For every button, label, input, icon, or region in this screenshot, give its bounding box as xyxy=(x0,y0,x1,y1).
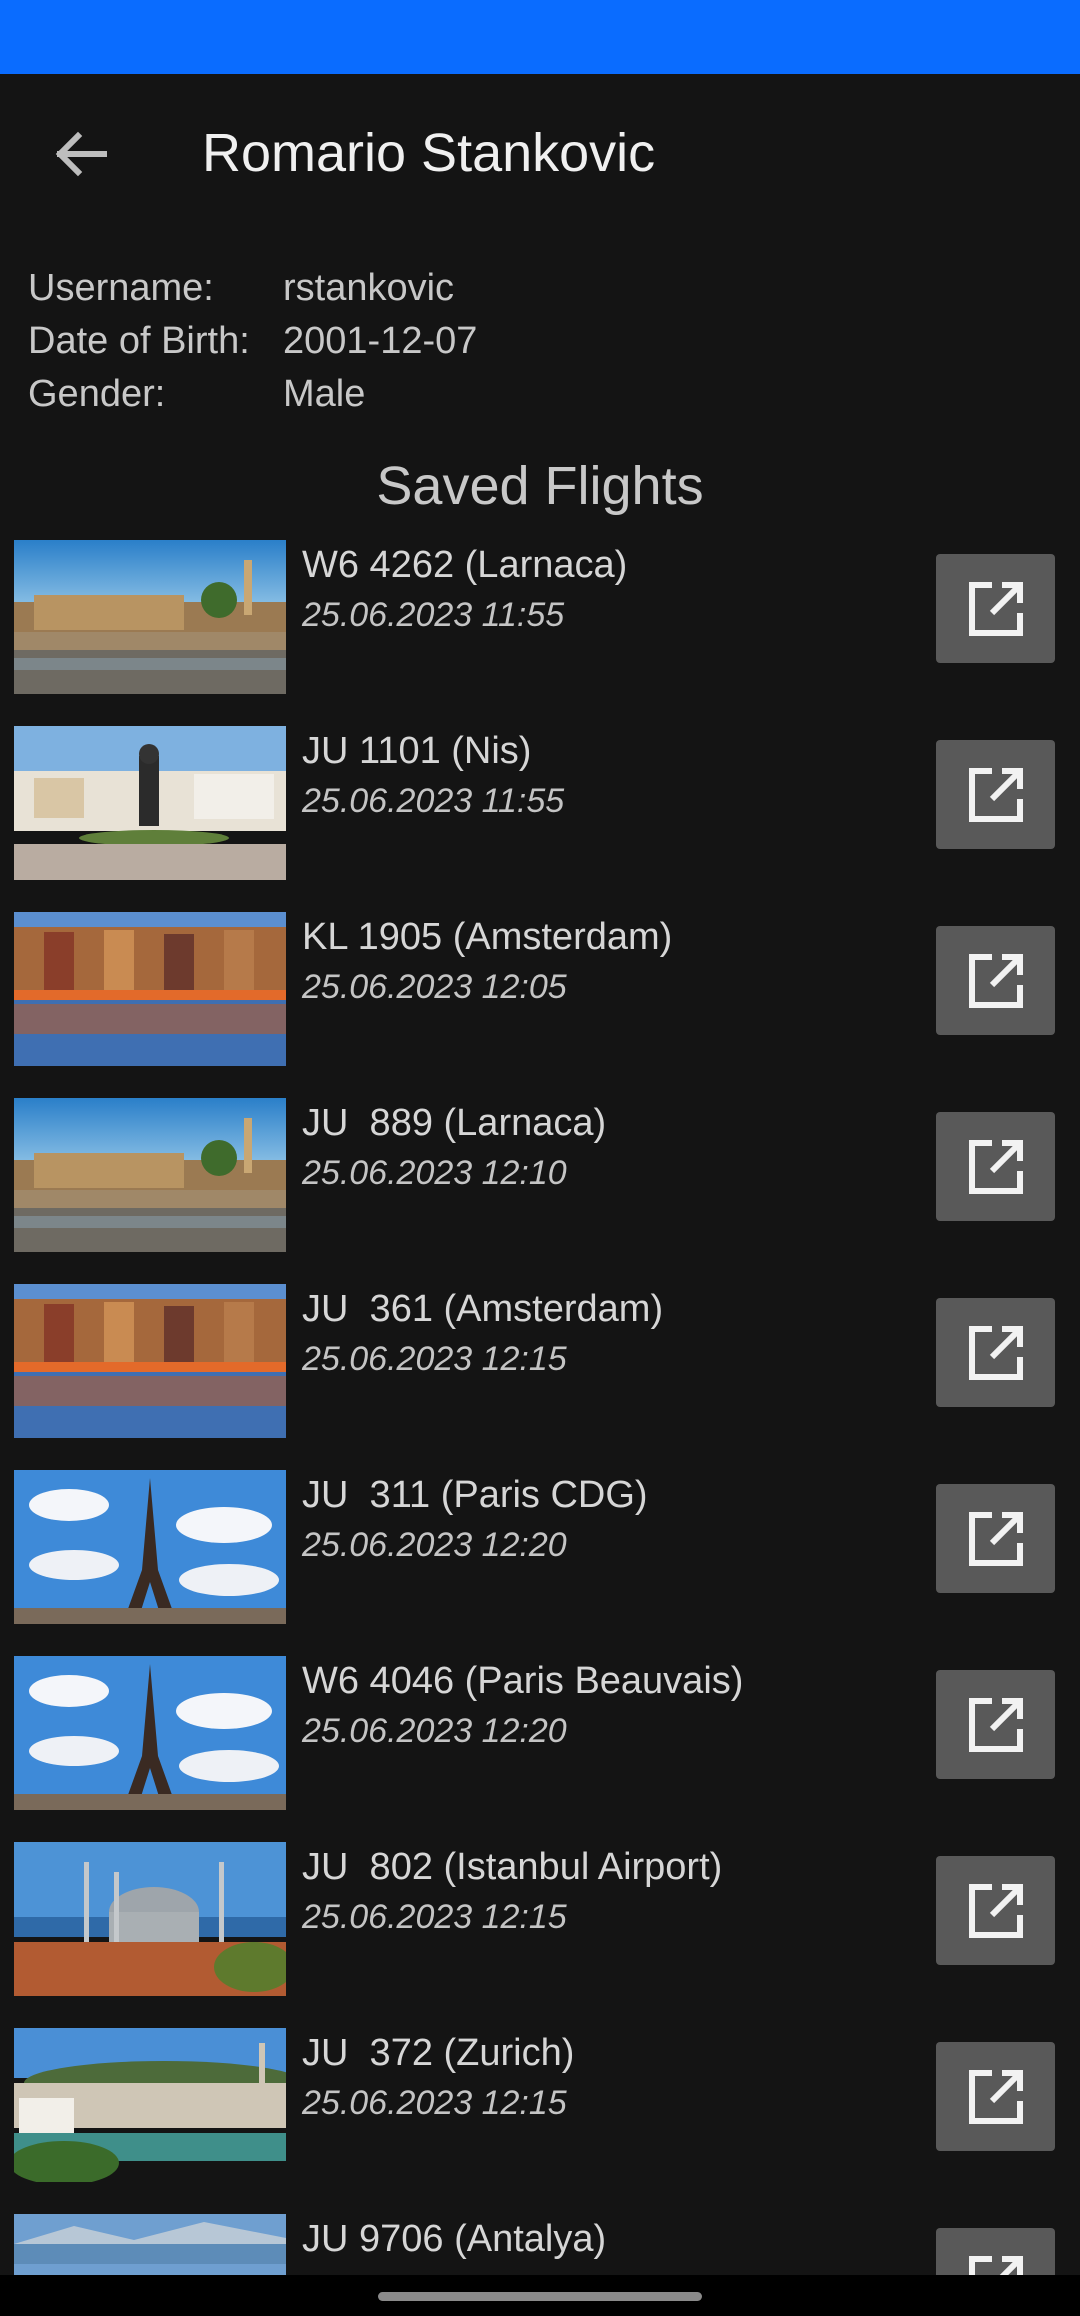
destination-image xyxy=(14,540,286,694)
flight-title: JU 311 (Paris CDG) xyxy=(302,1474,648,1516)
flight-row: JU 802 (Istanbul Airport) 25.06.2023 12:1… xyxy=(0,1842,1080,2028)
flight-title: JU 9706 (Antalya) xyxy=(302,2218,607,2260)
flight-title: W6 4262 (Larnaca) xyxy=(302,544,628,586)
flight-time: 25.06.2023 12:15 xyxy=(302,1340,567,1378)
open-flight-button[interactable] xyxy=(936,1856,1055,1965)
saved-flights-list[interactable]: W6 4262 (Larnaca) 25.06.2023 11:55 JU 110… xyxy=(0,540,1080,2275)
flight-row: W6 4262 (Larnaca) 25.06.2023 11:55 xyxy=(0,540,1080,726)
flight-row: JU 372 (Zurich) 25.06.2023 12:15 xyxy=(0,2028,1080,2214)
destination-image xyxy=(14,2028,286,2182)
flight-row: JU 889 (Larnaca) 25.06.2023 12:10 xyxy=(0,1098,1080,1284)
username-row: Username: rstankovic xyxy=(28,262,477,315)
dob-label: Date of Birth: xyxy=(28,320,250,362)
status-bar xyxy=(0,0,1080,74)
flight-time: 25.06.2023 12:15 xyxy=(302,1898,567,1936)
open-in-new-icon xyxy=(969,2070,1023,2124)
destination-image xyxy=(14,1470,286,1624)
flight-row: JU 9706 (Antalya) xyxy=(0,2214,1080,2275)
destination-image xyxy=(14,1842,286,1996)
flight-title: JU 889 (Larnaca) xyxy=(302,1102,607,1144)
destination-image xyxy=(14,1656,286,1810)
flight-row: JU 361 (Amsterdam) 25.06.2023 12:15 xyxy=(0,1284,1080,1470)
open-in-new-icon xyxy=(969,1140,1023,1194)
flight-time: 25.06.2023 12:15 xyxy=(302,2084,567,2122)
home-indicator[interactable] xyxy=(378,2292,702,2301)
open-in-new-icon xyxy=(969,1884,1023,1938)
destination-image xyxy=(14,912,286,1066)
saved-flights-title: Saved Flights xyxy=(376,456,704,516)
username-value: rstankovic xyxy=(283,267,455,309)
open-flight-button[interactable] xyxy=(936,1484,1055,1593)
open-flight-button[interactable] xyxy=(936,554,1055,663)
flight-title: JU 1101 (Nis) xyxy=(302,730,532,772)
username-label: Username: xyxy=(28,267,214,309)
flight-row: KL 1905 (Amsterdam) 25.06.2023 12:05 xyxy=(0,912,1080,1098)
flight-title: JU 372 (Zurich) xyxy=(302,2032,575,2074)
open-in-new-icon xyxy=(969,954,1023,1008)
flight-title: KL 1905 (Amsterdam) xyxy=(302,916,673,958)
destination-image xyxy=(14,1284,286,1438)
destination-image xyxy=(14,726,286,880)
open-flight-button[interactable] xyxy=(936,926,1055,1035)
open-flight-button[interactable] xyxy=(936,2228,1055,2275)
flight-time: 25.06.2023 11:55 xyxy=(302,596,565,634)
flight-time: 25.06.2023 12:05 xyxy=(302,968,567,1006)
dob-value: 2001-12-07 xyxy=(283,320,478,362)
open-in-new-icon xyxy=(969,768,1023,822)
back-button[interactable] xyxy=(40,114,120,194)
flight-row: JU 311 (Paris CDG) 25.06.2023 12:20 xyxy=(0,1470,1080,1656)
dob-row: Date of Birth: 2001-12-07 xyxy=(28,315,477,368)
flight-title: JU 361 (Amsterdam) xyxy=(302,1288,664,1330)
destination-image xyxy=(14,2214,286,2275)
flight-time: 25.06.2023 12:20 xyxy=(302,1526,567,1564)
open-flight-button[interactable] xyxy=(936,2042,1055,2151)
open-in-new-icon xyxy=(969,1512,1023,1566)
flight-row: JU 1101 (Nis) 25.06.2023 11:55 xyxy=(0,726,1080,912)
open-in-new-icon xyxy=(969,582,1023,636)
open-in-new-icon xyxy=(969,1698,1023,1752)
gender-value: Male xyxy=(283,373,366,415)
flight-row: W6 4046 (Paris Beauvais) 25.06.2023 12:20 xyxy=(0,1656,1080,1842)
flight-title: W6 4046 (Paris Beauvais) xyxy=(302,1660,744,1702)
flight-title: JU 802 (Istanbul Airport) xyxy=(302,1846,723,1888)
open-in-new-icon xyxy=(969,1326,1023,1380)
open-flight-button[interactable] xyxy=(936,740,1055,849)
open-flight-button[interactable] xyxy=(936,1670,1055,1779)
destination-image xyxy=(14,1098,286,1252)
open-in-new-icon xyxy=(969,2256,1023,2275)
page-title: Romario Stankovic xyxy=(202,123,656,183)
arrow-back-icon xyxy=(55,131,107,177)
gender-row: Gender: Male xyxy=(28,368,477,421)
gender-label: Gender: xyxy=(28,373,166,415)
flight-time: 25.06.2023 12:10 xyxy=(302,1154,567,1192)
open-flight-button[interactable] xyxy=(936,1112,1055,1221)
app-bar: Romario Stankovic xyxy=(0,74,1080,234)
flight-time: 25.06.2023 11:55 xyxy=(302,782,565,820)
open-flight-button[interactable] xyxy=(936,1298,1055,1407)
flight-time: 25.06.2023 12:20 xyxy=(302,1712,567,1750)
profile-info: Username: rstankovic Date of Birth: 2001… xyxy=(28,262,477,421)
